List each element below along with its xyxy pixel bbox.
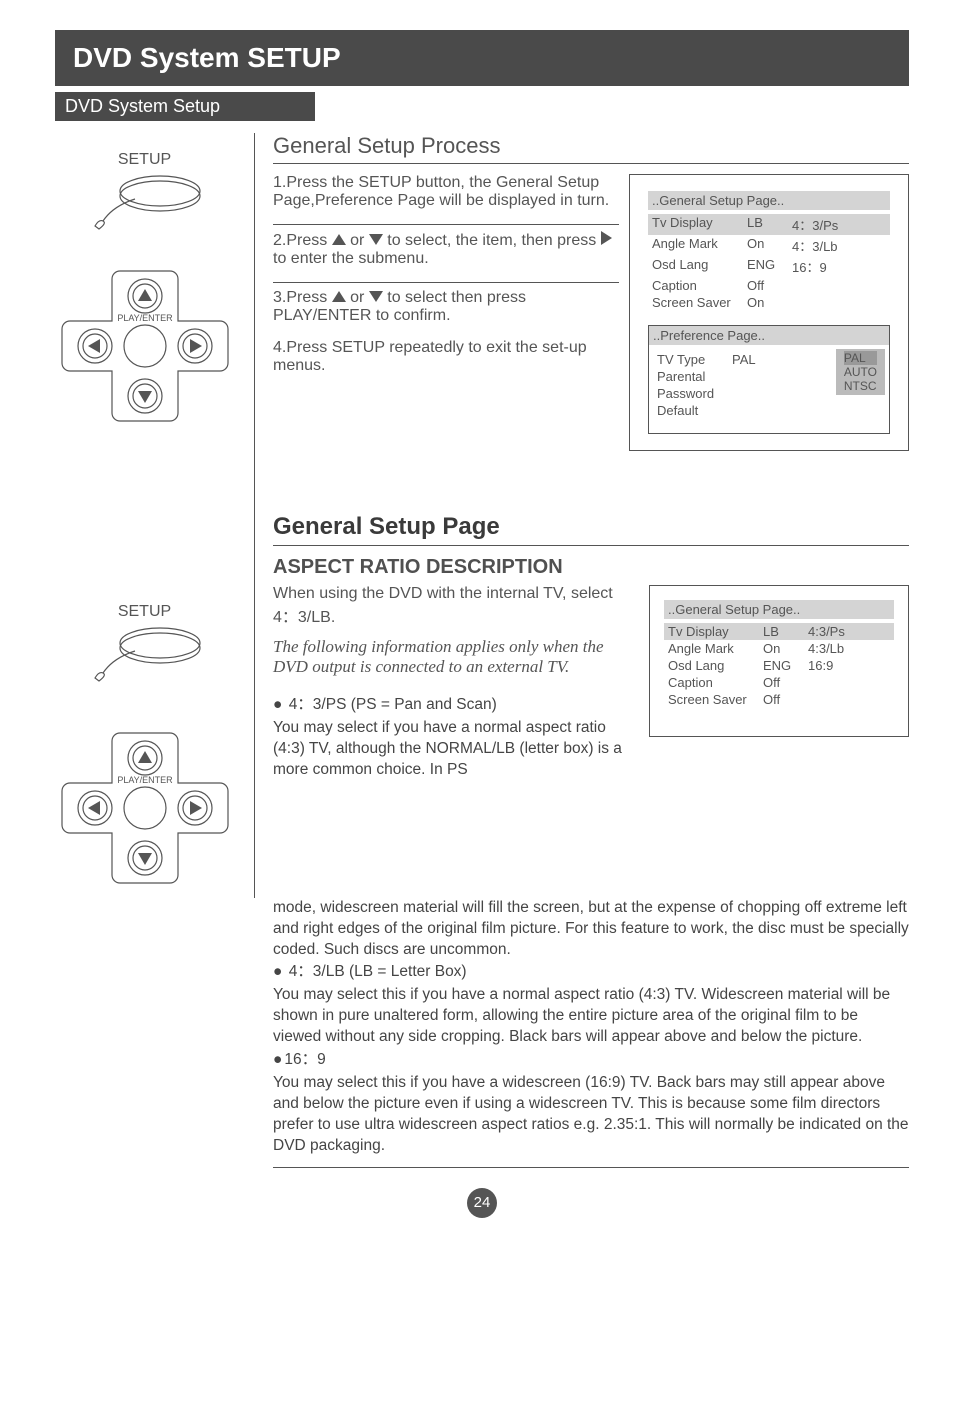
osd-pref-header: ..Preference Page.. <box>649 326 889 345</box>
osd-tvtype-popup: PALAUTONTSC <box>836 349 885 395</box>
general-setup-process-heading: General Setup Process <box>273 133 909 164</box>
osd2-header: ..General Setup Page.. <box>664 600 894 619</box>
osd-general-setup-page: ..General Setup Page.. Tv DisplayLB4：3/P… <box>629 174 909 451</box>
setup-button-icon <box>85 171 205 231</box>
page-number: 24 <box>467 1188 497 1218</box>
main-title: DVD System SETUP <box>73 42 891 74</box>
step-2: 2.Press or to select, the item, then pre… <box>273 231 619 268</box>
step-3: 3.Press or to select then press PLAY/ENT… <box>273 289 619 325</box>
step-1: 1.Press the SETUP button, the General Se… <box>273 174 619 210</box>
setup-button-label-2: SETUP <box>55 603 234 621</box>
osd-row: Angle MarkOn4:3/Lb <box>664 640 894 657</box>
osd-pref-row: TV TypePAL <box>653 351 781 368</box>
general-setup-page-heading: General Setup Page <box>273 513 909 546</box>
aspect-intro-text: When using the DVD with the internal TV,… <box>273 585 637 627</box>
dpad-illustration-2: PLAY/ENTER <box>55 723 234 898</box>
dpad-label: PLAY/ENTER <box>117 313 173 323</box>
osd-general-setup-page-2: ..General Setup Page.. Tv DisplayLB4:3/P… <box>649 585 909 737</box>
osd-row: Tv DisplayLB4：3/Ps <box>648 214 890 235</box>
triangle-down-icon <box>369 291 383 302</box>
osd-pref-row: Default <box>653 402 781 419</box>
osd-pref-row: Password <box>653 385 781 402</box>
setup-button-label: SETUP <box>55 151 234 169</box>
triangle-down-icon <box>369 234 383 245</box>
page-number-wrap: 24 <box>55 1188 909 1218</box>
step-4: 4.Press SETUP repeatedly to exit the set… <box>273 339 619 375</box>
osd-row: CaptionOff <box>664 674 894 691</box>
osd-row: CaptionOff <box>648 277 890 294</box>
aspect-body-1: ● 4：3/PS (PS = Pan and Scan) You may sel… <box>273 695 637 781</box>
osd-row: Tv DisplayLB4:3/Ps <box>664 623 894 640</box>
setup-button-illustration: SETUP <box>55 151 234 231</box>
osd-preference-page: ..Preference Page.. TV TypePALParentalPa… <box>648 325 890 434</box>
section-subtitle: DVD System Setup <box>55 92 315 121</box>
aspect-ratio-heading: ASPECT RATIO DESCRIPTION <box>273 556 909 579</box>
osd-row: Screen SaverOff <box>664 691 894 708</box>
aspect-body-continued: mode, widescreen material will fill the … <box>273 898 909 1157</box>
osd-row: Osd LangENG16：9 <box>648 256 890 277</box>
triangle-up-icon <box>332 234 346 245</box>
setup-button-icon <box>85 623 205 683</box>
instruction-list: 1.Press the SETUP button, the General Se… <box>273 174 619 389</box>
setup-button-illustration-2: SETUP <box>55 603 234 683</box>
osd-row: Angle MarkOn4：3/Lb <box>648 235 890 256</box>
triangle-right-icon <box>601 231 612 245</box>
left-illustration-col-2: SETUP <box>55 403 255 898</box>
osd-pref-row: Parental <box>653 368 781 385</box>
dpad-icon: PLAY/ENTER <box>60 723 230 893</box>
aspect-note-text: The following information applies only w… <box>273 637 637 677</box>
dpad-label-2: PLAY/ENTER <box>117 775 173 785</box>
triangle-up-icon <box>332 291 346 302</box>
osd-row: Osd LangENG16:9 <box>664 657 894 674</box>
main-title-bar: DVD System SETUP <box>55 30 909 86</box>
osd-header: ..General Setup Page.. <box>648 191 890 210</box>
osd-row: Screen SaverOn <box>648 294 890 311</box>
